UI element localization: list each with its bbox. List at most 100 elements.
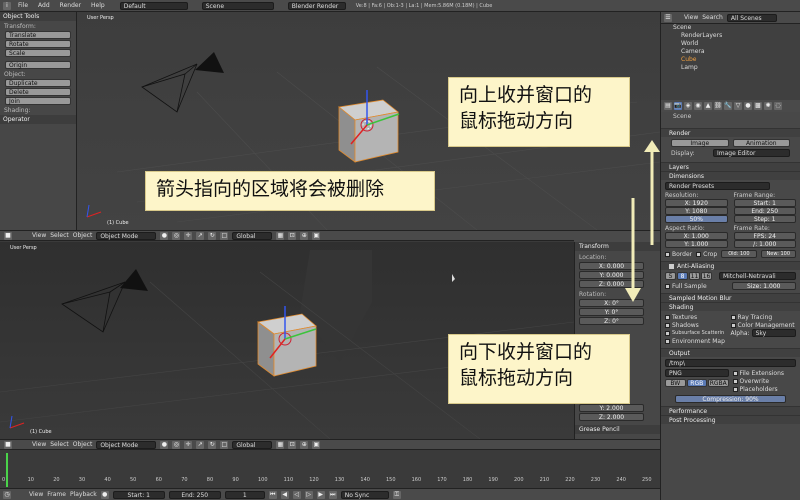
constraint-tab-icon[interactable]: ⛓ <box>714 102 722 110</box>
material-tab-icon[interactable]: ● <box>744 102 752 110</box>
grease-pencil-header[interactable]: Grease Pencil <box>575 425 660 434</box>
menu-view[interactable]: View <box>32 232 46 239</box>
full-sample-checkbox[interactable]: Full Sample <box>665 282 728 290</box>
object-tab-icon[interactable]: ▲ <box>704 102 712 110</box>
time-base-field[interactable]: /: 1.000 <box>733 240 796 248</box>
snap-icon[interactable]: ⊕ <box>300 231 309 240</box>
file-extensions-checkbox[interactable]: File Extensions <box>732 369 797 377</box>
editor-type-icon[interactable]: ■ <box>4 440 12 449</box>
join-button[interactable]: Join <box>5 97 71 105</box>
layers-icon[interactable]: ▦ <box>276 440 285 449</box>
aspect-x-field[interactable]: X: 1.000 <box>665 232 728 240</box>
menu-select[interactable]: Select <box>50 232 69 239</box>
end-frame-field[interactable]: End: 250 <box>168 490 221 499</box>
menu-render[interactable]: Render <box>57 2 84 9</box>
shading-panel-header[interactable]: Shading <box>661 302 800 311</box>
dimension-y-field[interactable]: Y: 2.000 <box>579 404 644 412</box>
resolution-percentage-field[interactable]: 50% <box>665 215 728 223</box>
prev-key-icon[interactable]: ◀ <box>280 490 289 499</box>
shadows-checkbox[interactable]: Shadows <box>665 321 731 329</box>
aa-filter-selector[interactable]: Mitchell-Netravali <box>719 272 796 280</box>
translate-icon[interactable]: ↗ <box>196 440 205 449</box>
menu-object[interactable]: Object <box>73 441 93 448</box>
start-frame-field[interactable]: Start: 1 <box>112 490 165 499</box>
keying-icon[interactable]: ⚿ <box>392 490 401 499</box>
subsurface-checkbox[interactable]: Subsurface Scatterin <box>665 329 731 337</box>
editor-type-icon[interactable]: ◷ <box>3 490 11 499</box>
snap-icon[interactable]: ⊕ <box>300 440 309 449</box>
orientation-selector[interactable]: Global <box>232 231 273 240</box>
color-mode-rgba[interactable]: RGBA <box>708 379 729 387</box>
next-key-icon[interactable]: ▶ <box>316 490 325 499</box>
shading-icon[interactable]: ● <box>160 231 169 240</box>
sync-selector[interactable]: No Sync <box>340 490 389 499</box>
layers-icon[interactable]: ▦ <box>276 231 285 240</box>
overwrite-checkbox[interactable]: Overwrite <box>732 377 797 385</box>
aa-samples-16[interactable]: 16 <box>701 272 712 280</box>
delete-button[interactable]: Delete <box>5 88 71 96</box>
current-frame-field[interactable]: 1 <box>224 490 265 499</box>
shading-icon[interactable]: ● <box>160 440 169 449</box>
object-tools-header[interactable]: Object Tools <box>0 12 76 21</box>
scene-selector[interactable]: Scene <box>201 1 274 10</box>
translate-icon[interactable]: ↗ <box>196 231 205 240</box>
time-new-field[interactable]: New: 100 <box>760 250 797 258</box>
modifier-tab-icon[interactable]: 🔧 <box>724 102 732 110</box>
compression-slider[interactable]: Compression: 90% <box>675 395 786 403</box>
world-tab-icon[interactable]: ◉ <box>694 102 702 110</box>
render-icon[interactable]: ▣ <box>312 231 321 240</box>
layers-panel-header[interactable]: Layers <box>661 162 800 171</box>
editor-type-icon[interactable]: i <box>3 1 11 10</box>
jump-end-icon[interactable]: ⏭ <box>328 490 337 499</box>
frame-end-field[interactable]: End: 250 <box>733 207 796 215</box>
menu-object[interactable]: Object <box>73 232 93 239</box>
menu-playback[interactable]: Playback <box>70 491 97 498</box>
mode-selector[interactable]: Object Mode <box>96 231 157 240</box>
render-animation-button[interactable]: Animation <box>732 139 790 147</box>
scale-icon[interactable]: □ <box>220 440 229 449</box>
pivot-icon[interactable]: ◎ <box>172 440 181 449</box>
placeholders-checkbox[interactable]: Placeholders <box>732 385 797 393</box>
play-icon[interactable]: ▷ <box>304 490 313 499</box>
outliner-item-camera[interactable]: Camera <box>661 48 800 56</box>
render-panel-header[interactable]: Render <box>661 128 800 137</box>
scene-tab-icon[interactable]: ◈ <box>684 102 692 110</box>
editor-type-icon[interactable]: ■ <box>4 231 12 240</box>
outliner-item-renderlayers[interactable]: RenderLayers <box>661 32 800 40</box>
outliner-item-lamp[interactable]: Lamp <box>661 64 800 72</box>
ray-tracing-checkbox[interactable]: Ray Tracing <box>730 313 797 321</box>
menu-select[interactable]: Select <box>50 441 69 448</box>
display-selector[interactable]: Image Editor <box>713 149 790 157</box>
manipulator-icon[interactable]: ✛ <box>184 440 193 449</box>
frame-start-field[interactable]: Start: 1 <box>733 199 796 207</box>
render-presets-selector[interactable]: Render Presets <box>665 182 770 190</box>
operator-header[interactable]: Operator <box>0 115 76 124</box>
rotate-button[interactable]: Rotate <box>5 40 71 48</box>
mode-selector[interactable]: Object Mode <box>96 440 157 449</box>
rotate-icon[interactable]: ↻ <box>208 231 217 240</box>
color-management-checkbox[interactable]: Color Management <box>730 321 797 329</box>
post-processing-panel-header[interactable]: Post Processing <box>661 415 800 424</box>
duplicate-button[interactable]: Duplicate <box>5 79 71 87</box>
color-mode-rgb[interactable]: RGB <box>686 379 707 387</box>
timeline[interactable]: 0 10 20 30 40 50 60 70 80 90 100 110 120 130 140 150 160… <box>0 451 660 488</box>
lock-icon[interactable]: ⊡ <box>288 231 297 240</box>
menu-view[interactable]: View <box>684 14 698 21</box>
outliner-filter-selector[interactable]: All Scenes <box>726 13 777 22</box>
play-reverse-icon[interactable]: ◁ <box>292 490 301 499</box>
color-mode-bw[interactable]: BW <box>665 379 686 387</box>
textures-checkbox[interactable]: Textures <box>665 313 731 321</box>
performance-panel-header[interactable]: Performance <box>661 406 800 415</box>
anti-aliasing-panel-header[interactable]: Anti-Aliasing <box>661 261 800 270</box>
menu-help[interactable]: Help <box>88 2 108 9</box>
file-format-selector[interactable]: PNG <box>665 369 729 377</box>
outliner-item-world[interactable]: World <box>661 40 800 48</box>
crop-checkbox[interactable]: Crop <box>696 250 717 258</box>
record-icon[interactable]: ● <box>100 490 109 499</box>
menu-add[interactable]: Add <box>35 2 53 9</box>
resolution-y-field[interactable]: Y: 1080 <box>665 207 728 215</box>
environment-map-checkbox[interactable]: Environment Map <box>665 337 731 345</box>
translate-button[interactable]: Translate <box>5 31 71 39</box>
alpha-selector[interactable]: Sky <box>751 329 796 337</box>
aspect-y-field[interactable]: Y: 1.000 <box>665 240 728 248</box>
